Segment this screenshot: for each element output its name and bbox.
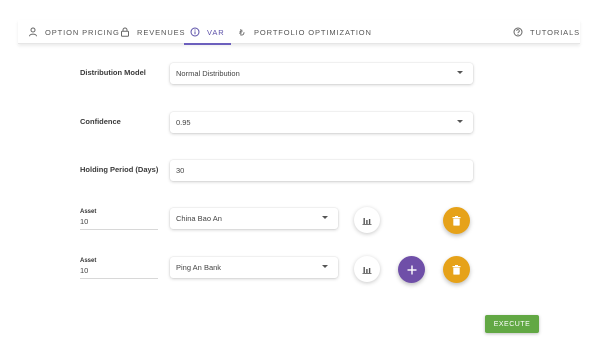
currency-icon: ₺ [237, 27, 247, 38]
svg-text:₺: ₺ [239, 29, 246, 38]
chevron-down-icon [322, 216, 328, 219]
execute-button[interactable]: EXECUTE [485, 315, 539, 333]
holding-period-value: 30 [176, 166, 185, 175]
asset-quantity: 10 [80, 266, 158, 279]
bar-chart-icon [362, 218, 372, 225]
delete-asset-button[interactable] [443, 207, 470, 234]
tab-revenues[interactable]: REVENUES [120, 20, 185, 44]
holding-period-input[interactable]: 30 [170, 160, 473, 181]
distribution-model-select[interactable]: Normal Distribution [170, 63, 473, 84]
add-asset-button[interactable] [398, 256, 425, 283]
tab-var[interactable]: VAR [184, 20, 231, 45]
asset-name: Ping An Bank [176, 263, 222, 272]
bar-chart-icon [362, 267, 372, 274]
tab-label: REVENUES [137, 27, 186, 37]
plus-icon [407, 265, 416, 274]
lock-icon [120, 27, 130, 37]
asset-select[interactable]: China Bao An [170, 208, 338, 229]
asset-label: Asset [80, 209, 97, 215]
confidence-value: 0.95 [176, 118, 191, 127]
chart-button[interactable] [354, 256, 380, 282]
asset-quantity: 10 [80, 217, 158, 230]
tab-tutorials[interactable]: TUTORIALS [513, 20, 580, 44]
tab-label: VAR [207, 27, 225, 37]
chart-button[interactable] [354, 207, 380, 233]
tab-option-pricing[interactable]: OPTION PRICING [28, 20, 120, 44]
delete-asset-button[interactable] [443, 256, 470, 283]
confidence-select[interactable]: 0.95 [170, 112, 473, 133]
asset-quantity-field[interactable]: Asset 10 [80, 209, 158, 230]
chevron-down-icon [457, 71, 463, 74]
confidence-label: Confidence [80, 117, 121, 126]
tab-label: PORTFOLIO OPTIMIZATION [254, 27, 372, 37]
tab-label: OPTION PRICING [45, 27, 120, 37]
asset-label: Asset [80, 258, 97, 264]
info-icon [190, 27, 200, 37]
help-icon [513, 27, 523, 37]
chevron-down-icon [457, 120, 463, 123]
distribution-model-label: Distribution Model [80, 68, 146, 77]
distribution-model-value: Normal Distribution [176, 69, 240, 78]
asset-quantity-field[interactable]: Asset 10 [80, 258, 158, 279]
trash-icon [452, 215, 461, 226]
person-icon [28, 27, 38, 37]
asset-name: China Bao An [176, 214, 222, 223]
trash-icon [452, 264, 461, 275]
tab-label: TUTORIALS [530, 27, 581, 37]
chevron-down-icon [322, 265, 328, 268]
tab-portfolio-optimization[interactable]: ₺ PORTFOLIO OPTIMIZATION [237, 20, 372, 44]
top-navigation: OPTION PRICING REVENUES VAR ₺ PORTFOLIO … [18, 20, 580, 45]
asset-select[interactable]: Ping An Bank [170, 257, 338, 278]
holding-period-label: Holding Period (Days) [80, 165, 159, 174]
